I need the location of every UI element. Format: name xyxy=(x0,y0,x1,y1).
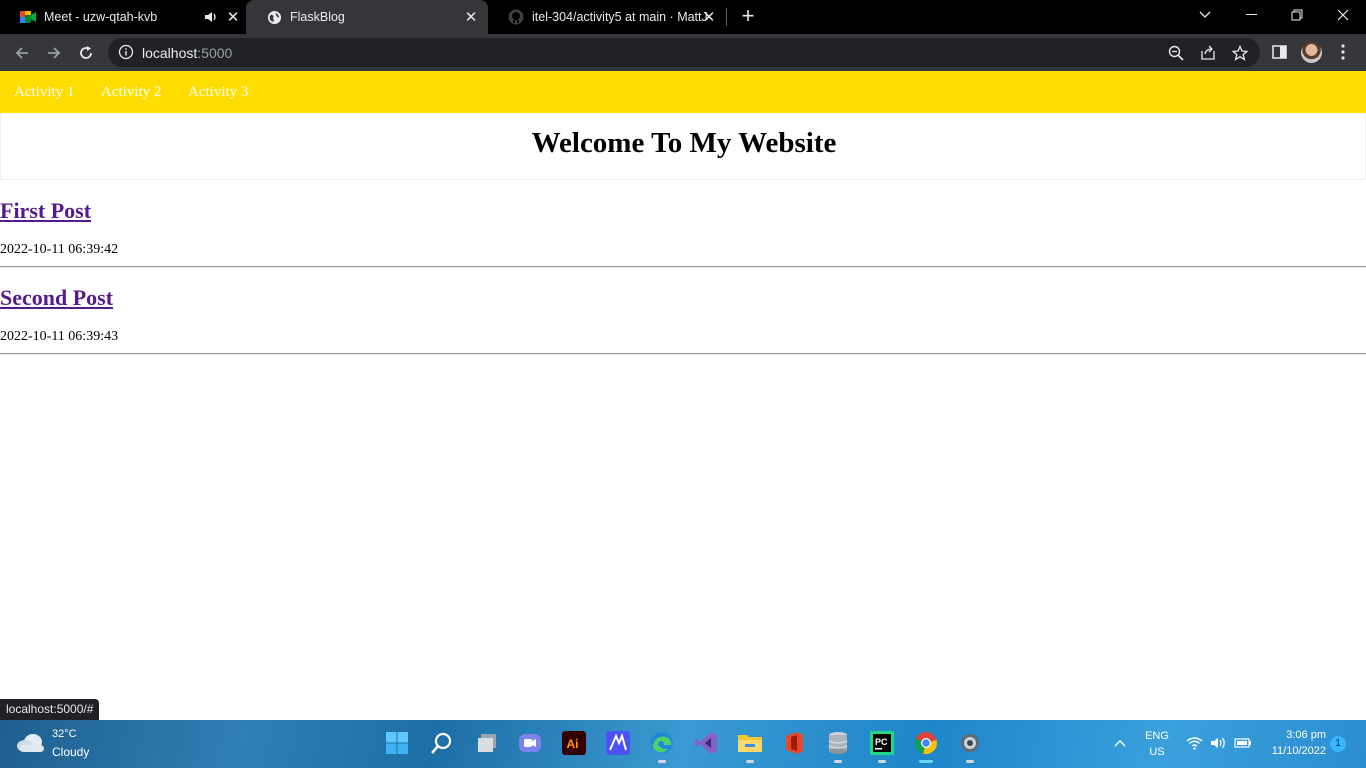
nav-link-activity-1[interactable]: Activity 1 xyxy=(14,84,74,101)
weather-description[interactable]: Cloudy xyxy=(52,745,89,759)
post-divider xyxy=(0,353,1366,355)
speaker-icon[interactable] xyxy=(202,8,220,26)
close-window-button[interactable] xyxy=(1320,0,1366,30)
browser-toolbar: localhost:5000 xyxy=(0,34,1366,71)
wifi-icon[interactable] xyxy=(1186,736,1203,753)
back-button[interactable] xyxy=(9,40,35,66)
running-indicator xyxy=(919,760,933,763)
reload-icon xyxy=(80,46,92,59)
tab-title: Meet - uzw-qtah-kvb xyxy=(44,10,158,24)
cloud-icon[interactable] xyxy=(16,730,46,756)
tab-search-button[interactable] xyxy=(1182,0,1228,30)
task-view-icon[interactable] xyxy=(474,730,500,756)
svg-text:Ai: Ai xyxy=(567,737,579,751)
site-navbar: Activity 1 Activity 2 Activity 3 xyxy=(0,71,1366,113)
post-title-link[interactable]: First Post xyxy=(0,198,91,224)
google-meet-icon xyxy=(20,9,36,25)
new-tab-button[interactable]: + xyxy=(737,5,759,28)
nav-link-activity-2[interactable]: Activity 2 xyxy=(101,84,161,101)
close-tab-icon[interactable]: ✕ xyxy=(224,8,242,26)
running-indicator xyxy=(834,760,842,763)
svg-text:PC: PC xyxy=(875,737,888,747)
post-title-link[interactable]: Second Post xyxy=(0,285,113,311)
site-info-icon[interactable] xyxy=(118,44,134,60)
url-host: localhost xyxy=(142,45,198,61)
post-divider xyxy=(0,266,1366,268)
app-icon[interactable] xyxy=(605,730,631,756)
post-date: 2022-10-11 06:39:43 xyxy=(0,329,119,344)
windows-start-icon[interactable] xyxy=(384,730,410,756)
minimize-button[interactable] xyxy=(1228,0,1274,30)
tab-github[interactable]: itel-304/activity5 at main · MattJu ✕ xyxy=(488,0,726,34)
profile-avatar[interactable] xyxy=(1301,42,1322,63)
tab-title: itel-304/activity5 at main · MattJu xyxy=(532,10,708,24)
web-page: Activity 1 Activity 2 Activity 3 Welcome… xyxy=(0,71,1366,720)
weather-temperature[interactable]: 32°C xyxy=(52,728,77,740)
pycharm-icon[interactable]: PC xyxy=(869,730,895,763)
visual-studio-icon[interactable] xyxy=(693,730,719,756)
windows-taskbar: 32°C Cloudy Ai PC ENG US 3:06 pm 11/10/2… xyxy=(0,720,1366,768)
close-tab-icon[interactable]: ✕ xyxy=(700,8,718,26)
side-panel-icon[interactable] xyxy=(1269,42,1289,62)
edge-icon[interactable] xyxy=(649,730,675,763)
search-icon[interactable] xyxy=(429,730,455,756)
zoom-icon[interactable] xyxy=(1167,44,1185,62)
page-title: Welcome To My Website xyxy=(531,127,837,159)
clock-date[interactable]: 11/10/2022 xyxy=(1262,745,1326,757)
volume-icon[interactable] xyxy=(1210,736,1227,753)
tab-divider xyxy=(726,8,727,26)
tab-flaskblog[interactable]: FlaskBlog ✕ xyxy=(246,0,488,34)
notification-badge[interactable]: 1 xyxy=(1330,736,1346,752)
chevron-up-icon[interactable] xyxy=(1114,734,1126,750)
illustrator-icon[interactable]: Ai xyxy=(561,730,587,756)
running-indicator xyxy=(878,760,886,763)
settings-icon[interactable] xyxy=(957,730,983,763)
url-port: :5000 xyxy=(197,45,233,61)
language-indicator[interactable]: ENG xyxy=(1142,730,1172,742)
running-indicator xyxy=(966,760,974,763)
globe-icon xyxy=(266,9,282,25)
address-url[interactable]: localhost:5000 xyxy=(142,45,232,61)
github-icon xyxy=(508,9,524,25)
battery-icon[interactable] xyxy=(1234,737,1252,752)
office-icon[interactable] xyxy=(781,730,807,756)
share-icon[interactable] xyxy=(1199,44,1217,62)
back-arrow-icon xyxy=(15,47,28,59)
forward-arrow-icon xyxy=(48,47,61,59)
region-indicator[interactable]: US xyxy=(1142,746,1172,758)
post-date: 2022-10-11 06:39:42 xyxy=(0,242,119,257)
menu-dots-icon[interactable] xyxy=(1333,42,1353,62)
browser-tab-strip: Meet - uzw-qtah-kvb ✕ FlaskBlog ✕ itel-3… xyxy=(0,0,1366,34)
database-icon[interactable] xyxy=(825,730,851,763)
tab-title: FlaskBlog xyxy=(290,10,345,24)
file-explorer-icon[interactable] xyxy=(737,730,763,763)
page-header: Welcome To My Website xyxy=(0,113,1366,180)
tab-meet[interactable]: Meet - uzw-qtah-kvb ✕ xyxy=(0,0,246,34)
link-status-bubble: localhost:5000/# xyxy=(0,699,100,720)
running-indicator xyxy=(658,760,666,763)
chevron-down-icon xyxy=(1199,11,1211,18)
clock-time[interactable]: 3:06 pm xyxy=(1262,729,1326,741)
close-tab-icon[interactable]: ✕ xyxy=(462,8,480,26)
forward-button[interactable] xyxy=(41,40,67,66)
nav-link-activity-3[interactable]: Activity 3 xyxy=(188,84,248,101)
running-indicator xyxy=(746,760,754,763)
chrome-icon[interactable] xyxy=(913,730,939,763)
reload-button[interactable] xyxy=(73,40,99,66)
chat-icon[interactable] xyxy=(517,730,543,756)
bookmark-star-icon[interactable] xyxy=(1231,44,1249,62)
restore-button[interactable] xyxy=(1274,0,1320,30)
address-bar[interactable]: localhost:5000 xyxy=(108,38,1260,67)
